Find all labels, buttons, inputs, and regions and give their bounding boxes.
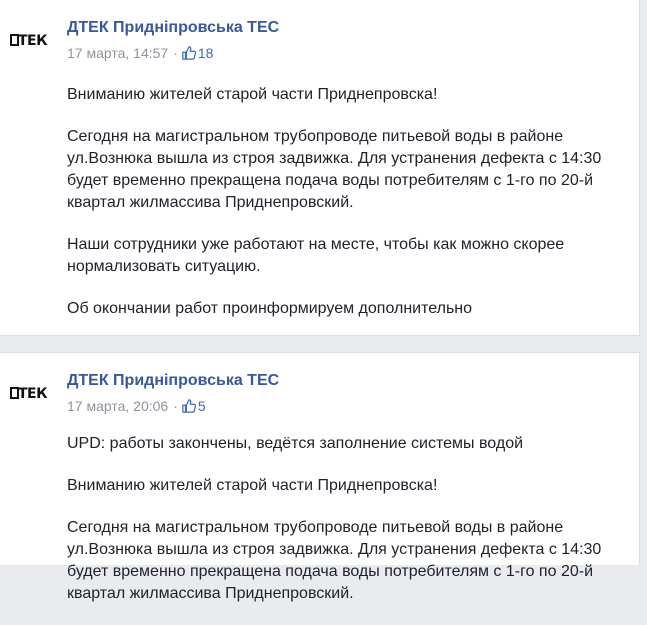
post-paragraph: Об окончании работ проинформируем дополн…	[67, 300, 473, 317]
post-timestamp[interactable]: 17 марта, 14:57	[67, 45, 168, 61]
thumbs-up-icon[interactable]	[182, 46, 197, 60]
post-paragraph: Сегодня на магистральном трубопроводе пи…	[67, 128, 602, 211]
post-author[interactable]: ДТЕК Придніпровська ТЕС	[67, 372, 279, 390]
post-body: UPD: работы закончены, ведётся заполнени…	[67, 433, 627, 625]
like-count[interactable]: 5	[198, 398, 206, 414]
thumbs-up-icon[interactable]	[182, 399, 197, 413]
post-card: ТЕК ДТЕК Придніпровська ТЕС 17 марта, 20…	[0, 352, 640, 602]
post-paragraph: Сегодня на магистральном трубопроводе пи…	[67, 519, 602, 602]
post-meta: 17 марта, 14:57 · 18	[67, 45, 213, 61]
dtek-logo-mark	[10, 33, 19, 46]
page-logo[interactable]: ТЕК	[10, 33, 58, 49]
post-body: Вниманию жителей старой части Приднепров…	[67, 84, 627, 340]
post-meta: 17 марта, 20:06 · 5	[67, 398, 206, 414]
dtek-logo-mark	[10, 386, 19, 399]
meta-separator: ·	[173, 45, 178, 61]
like-count[interactable]: 18	[198, 45, 214, 61]
post-paragraph: Вниманию жителей старой части Приднепров…	[67, 477, 438, 494]
post-paragraph: Наши сотрудники уже работают на месте, ч…	[67, 236, 565, 275]
post-author[interactable]: ДТЕК Придніпровська ТЕС	[67, 19, 279, 37]
post-timestamp[interactable]: 17 марта, 20:06	[67, 398, 168, 414]
meta-separator: ·	[173, 398, 178, 414]
post-card: ТЕК ДТЕК Придніпровська ТЕС 17 марта, 14…	[0, 0, 640, 336]
page-logo[interactable]: ТЕК	[10, 386, 58, 402]
post-paragraph: Вниманию жителей старой части Приднепров…	[67, 86, 438, 103]
post-paragraph: UPD: работы закончены, ведётся заполнени…	[67, 435, 524, 452]
